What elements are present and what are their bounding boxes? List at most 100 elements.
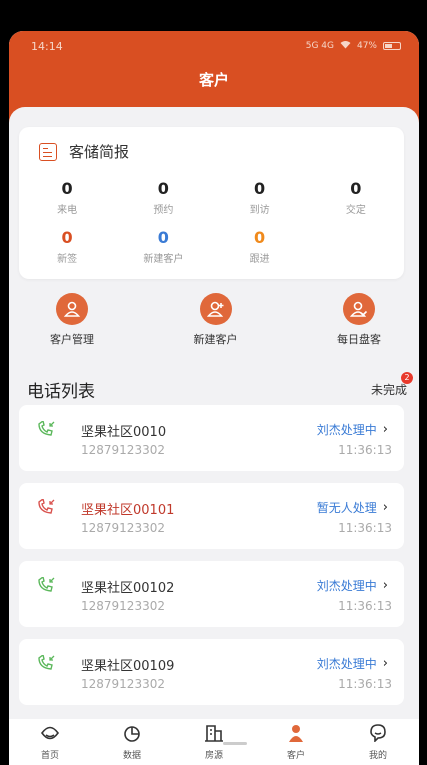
user-icon: [56, 293, 88, 325]
chevron-right-icon: ›: [382, 500, 388, 515]
main-content: 客储简报 0 来电 0 预约 0 到访 0 交定 0 新签 0 新建客户 0 跟…: [9, 107, 419, 717]
stats-row-secondary: 0 新签 0 新建客户 0 跟进: [19, 228, 404, 265]
handling-status[interactable]: 刘杰处理中 ›: [317, 421, 388, 438]
quick-action-label: 客户管理: [50, 333, 94, 346]
stats-row-primary: 0 来电 0 预约 0 到访 0 交定: [19, 179, 404, 216]
status-bar: 14:14 5G 4G 47%: [9, 31, 419, 61]
stat-label: 新签: [57, 254, 78, 265]
contact-phone: 12879123302: [81, 443, 165, 457]
tab-label: 数据: [122, 750, 141, 761]
handling-status[interactable]: 暂无人处理 ›: [317, 499, 388, 516]
stat-label: 预约: [153, 205, 174, 216]
signal-indicator: 5G 4G: [305, 41, 334, 51]
contact-name: 坚果社区00101: [81, 503, 175, 518]
call-time: 11:36:13: [338, 521, 392, 535]
daily-review-button[interactable]: 每日盘客: [314, 293, 404, 347]
stat-new-signed[interactable]: 0 新签: [19, 228, 115, 265]
tab-label: 客户: [286, 750, 305, 761]
call-time: 11:36:13: [338, 443, 392, 457]
stat-appointments[interactable]: 0 预约: [115, 179, 211, 216]
incomplete-filter-button[interactable]: 未完成 2: [370, 372, 413, 398]
contact-phone: 12879123302: [81, 599, 165, 613]
status-text: 刘杰处理中: [316, 657, 377, 671]
customer-management-button[interactable]: 客户管理: [27, 293, 117, 347]
stat-visits[interactable]: 0 到访: [212, 179, 308, 216]
stat-label: 到访: [249, 205, 270, 216]
tab-customers[interactable]: 客户: [266, 724, 326, 761]
contact-phone: 12879123302: [81, 677, 165, 691]
status-text: 暂无人处理: [316, 501, 377, 515]
status-indicators: 5G 4G 47%: [306, 40, 401, 52]
stat-value: 0: [61, 179, 73, 198]
battery-icon: [383, 42, 401, 50]
call-list-item[interactable]: 坚果社区00109 12879123302 刘杰处理中 › 11:36:13: [19, 639, 404, 705]
status-text: 刘杰处理中: [316, 579, 377, 593]
status-text: 刘杰处理中: [316, 423, 377, 437]
brief-title: 客储简报: [69, 143, 130, 161]
stat-calls[interactable]: 0 来电: [19, 179, 115, 216]
call-list-header: 电话列表 未完成 2: [27, 372, 413, 402]
battery-percent: 47%: [356, 41, 377, 51]
bottom-tab-bar: 首页 数据 房源 客户 我的: [9, 719, 419, 765]
stat-value: 0: [157, 179, 169, 198]
call-list-item[interactable]: 坚果社区00102 12879123302 刘杰处理中 › 11:36:13: [19, 561, 404, 627]
call-time: 11:36:13: [338, 599, 392, 613]
contact-name: 坚果社区0010: [81, 425, 167, 440]
quick-action-label: 每日盘客: [337, 333, 381, 346]
contact-phone: 12879123302: [81, 521, 165, 535]
incoming-call-icon: [37, 653, 57, 675]
customer-icon: [286, 724, 306, 746]
stat-value: 0: [254, 228, 266, 247]
call-list-title: 电话列表: [27, 382, 95, 402]
tab-label: 我的: [368, 750, 387, 761]
stat-value: 0: [254, 179, 266, 198]
missed-call-icon: [37, 497, 57, 519]
quick-actions: 客户管理 新建客户 每日盘客: [9, 293, 419, 347]
tab-profile[interactable]: 我的: [348, 723, 408, 761]
stat-follow-up[interactable]: 0 跟进: [212, 228, 308, 265]
phone-screen: 14:14 5G 4G 47% 客户 客储简报 0 来电 0 预约 0 到访 0…: [9, 31, 419, 765]
filter-label: 未完成: [370, 383, 407, 397]
quick-action-label: 新建客户: [193, 333, 238, 346]
user-check-icon: [343, 293, 375, 325]
stat-label: 新建客户: [143, 254, 184, 265]
home-icon: [40, 724, 60, 746]
stat-new-customers[interactable]: 0 新建客户: [115, 228, 211, 265]
stat-label: 跟进: [249, 254, 270, 265]
stat-value: 0: [61, 228, 73, 247]
report-icon: [39, 142, 57, 161]
brief-header: 客储简报: [39, 141, 129, 162]
wifi-icon: [340, 40, 351, 52]
handling-status[interactable]: 刘杰处理中 ›: [317, 655, 388, 672]
call-list-item[interactable]: 坚果社区00101 12879123302 暂无人处理 › 11:36:13: [19, 483, 404, 549]
notification-badge: 2: [401, 372, 413, 384]
pie-chart-icon: [122, 724, 142, 746]
stat-label: 来电: [57, 205, 78, 216]
incoming-call-icon: [37, 419, 57, 441]
tab-data[interactable]: 数据: [102, 724, 162, 761]
tab-label: 房源: [204, 750, 223, 761]
chevron-right-icon: ›: [382, 656, 388, 671]
new-customer-button[interactable]: 新建客户: [171, 293, 261, 347]
status-time: 14:14: [31, 39, 63, 53]
chevron-right-icon: ›: [382, 578, 388, 593]
incoming-call-icon: [37, 575, 57, 597]
page-title: 客户: [198, 71, 229, 89]
stat-deposits[interactable]: 0 交定: [308, 179, 404, 216]
tab-home[interactable]: 首页: [20, 724, 80, 761]
handling-status[interactable]: 刘杰处理中 ›: [317, 577, 388, 594]
customer-brief-card: 客储简报 0 来电 0 预约 0 到访 0 交定 0 新签 0 新建客户 0 跟…: [19, 127, 404, 279]
user-add-icon: [199, 293, 232, 325]
profile-icon: [368, 723, 388, 746]
contact-name: 坚果社区00102: [81, 581, 175, 596]
stat-value: 0: [157, 228, 169, 247]
contact-name: 坚果社区00109: [81, 659, 175, 674]
tab-label: 首页: [40, 750, 59, 761]
call-time: 11:36:13: [338, 677, 392, 691]
chevron-right-icon: ›: [382, 422, 388, 437]
building-icon: [204, 724, 224, 746]
stat-value: 0: [350, 179, 362, 198]
stat-label: 交定: [345, 205, 366, 216]
call-list-item[interactable]: 坚果社区0010 12879123302 刘杰处理中 › 11:36:13: [19, 405, 404, 471]
home-indicator: [223, 742, 247, 745]
